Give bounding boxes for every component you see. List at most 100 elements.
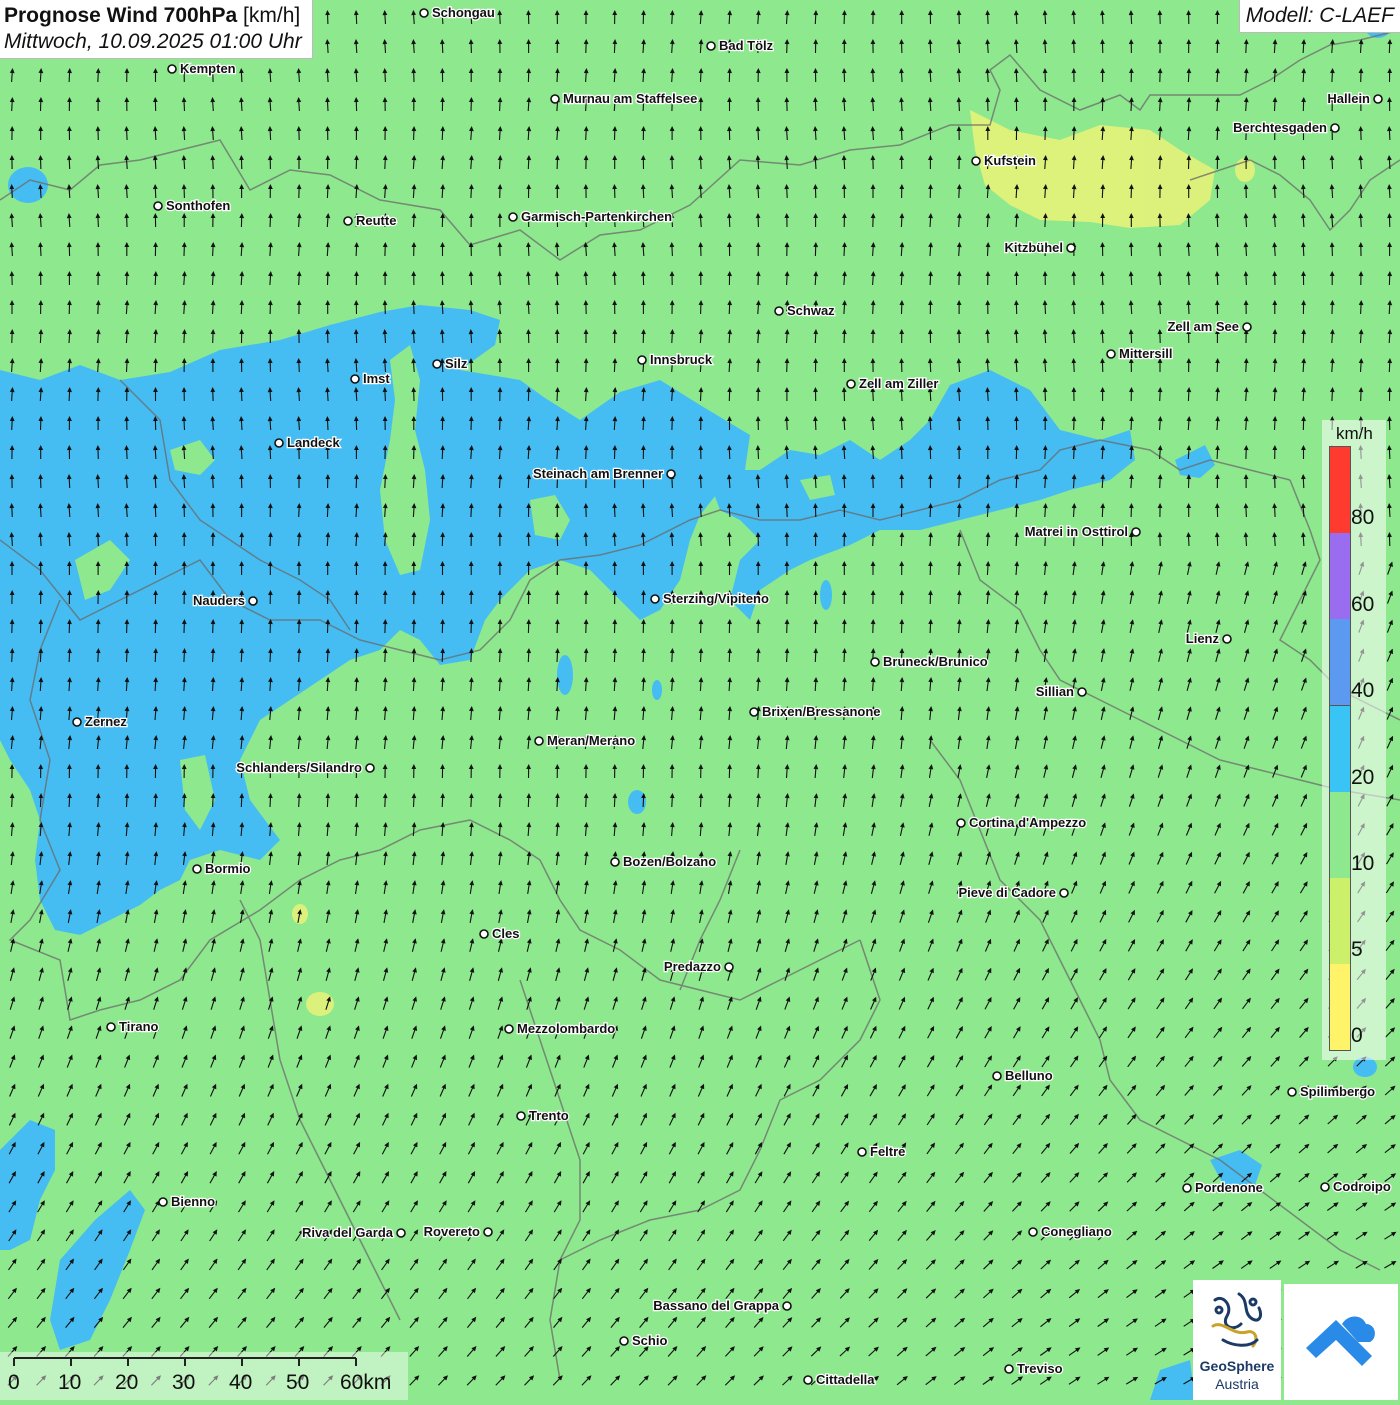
geosphere-logo[interactable]: GeoSphere Austria xyxy=(1193,1280,1281,1400)
city-label: Rovereto xyxy=(424,1224,480,1239)
city-marker: Riva del Garda xyxy=(302,1225,405,1240)
scale-label-30: 30 xyxy=(172,1371,195,1395)
city-label: Kitzbühel xyxy=(1005,240,1064,255)
scale-label-60km: 60km xyxy=(340,1371,391,1395)
city-dot-icon xyxy=(611,858,619,866)
city-label: Matrei in Osttirol xyxy=(1025,524,1128,539)
city-dot-icon xyxy=(1132,528,1140,536)
city-marker: Garmisch-Partenkirchen xyxy=(509,209,672,224)
legend-label: 5 xyxy=(1351,938,1363,962)
scale-label-0: 0 xyxy=(8,1371,20,1395)
city-dot-icon xyxy=(775,307,783,315)
city-dot-icon xyxy=(1374,95,1382,103)
city-label: Bormio xyxy=(205,861,251,876)
city-label: Garmisch-Partenkirchen xyxy=(521,209,672,224)
legend-label: 60 xyxy=(1351,593,1374,617)
city-label: Hallein xyxy=(1327,91,1370,106)
city-dot-icon xyxy=(1005,1365,1013,1373)
city-label: Brixen/Bressanone xyxy=(762,704,881,719)
city-dot-icon xyxy=(275,439,283,447)
app-logo[interactable] xyxy=(1284,1284,1398,1400)
city-marker: Matrei in Osttirol xyxy=(1025,524,1140,539)
city-dot-icon xyxy=(517,1112,525,1120)
city-label: Conegliano xyxy=(1041,1224,1112,1239)
city-dot-icon xyxy=(484,1228,492,1236)
city-label: Cortina d'Ampezzo xyxy=(969,815,1086,830)
city-label: Steinach am Brenner xyxy=(533,466,663,481)
city-dot-icon xyxy=(972,157,980,165)
city-dot-icon xyxy=(858,1148,866,1156)
legend-label: 80 xyxy=(1351,506,1374,530)
city-dot-icon xyxy=(73,718,81,726)
forecast-datetime: Mittwoch, 10.09.2025 01:00 Uhr xyxy=(4,30,302,54)
city-dot-icon xyxy=(1321,1183,1329,1191)
city-label: Trento xyxy=(529,1108,569,1123)
city-label: Zell am See xyxy=(1167,319,1239,334)
city-label: Imst xyxy=(363,371,390,386)
scale-label-20: 20 xyxy=(115,1371,138,1395)
city-label: Bruneck/Brunico xyxy=(883,654,988,669)
city-label: Schwaz xyxy=(787,303,835,318)
city-marker: Pordenone xyxy=(1183,1180,1263,1195)
city-label: Mezzolombardo xyxy=(517,1021,615,1036)
city-marker: Zell am See xyxy=(1167,319,1251,334)
city-marker: Sonthofen xyxy=(154,198,230,213)
city-dot-icon xyxy=(420,9,428,17)
city-dot-icon xyxy=(154,202,162,210)
city-dot-icon xyxy=(159,1198,167,1206)
city-dot-icon xyxy=(871,658,879,666)
title-box: Prognose Wind 700hPa [km/h] Mittwoch, 10… xyxy=(0,0,313,59)
geosphere-country: Austria xyxy=(1193,1376,1281,1392)
city-label: Innsbruck xyxy=(650,352,713,367)
city-dot-icon xyxy=(397,1229,405,1237)
city-label: Bienno xyxy=(171,1194,215,1209)
legend-swatch xyxy=(1329,706,1351,793)
city-dot-icon xyxy=(1331,124,1339,132)
city-marker: Zell am Ziller xyxy=(847,376,938,391)
city-label: Pordenone xyxy=(1195,1180,1263,1195)
app-logo-icon xyxy=(1284,1284,1398,1400)
scale-label-10: 10 xyxy=(58,1371,81,1395)
geosphere-emblem-icon xyxy=(1193,1280,1281,1360)
city-dot-icon xyxy=(433,360,441,368)
city-label: Zell am Ziller xyxy=(859,376,938,391)
city-label: Schlanders/Silandro xyxy=(236,760,362,775)
city-dot-icon xyxy=(750,708,758,716)
city-dot-icon xyxy=(725,963,733,971)
legend-swatch xyxy=(1329,446,1351,535)
geosphere-name: GeoSphere xyxy=(1193,1358,1281,1374)
scale-label-40: 40 xyxy=(229,1371,252,1395)
city-label: Pieve di Cadore xyxy=(958,885,1056,900)
city-label: Spilimbergo xyxy=(1300,1084,1375,1099)
city-dot-icon xyxy=(651,595,659,603)
city-dot-icon xyxy=(707,42,715,50)
city-dot-icon xyxy=(193,865,201,873)
city-label: Predazzo xyxy=(664,959,721,974)
city-dot-icon xyxy=(351,375,359,383)
city-dot-icon xyxy=(249,597,257,605)
legend-swatch xyxy=(1329,619,1351,706)
map-title-main: Prognose Wind 700hPa xyxy=(4,4,237,27)
city-label: Sillian xyxy=(1036,684,1074,699)
legend-label: 20 xyxy=(1351,766,1374,790)
city-label: Schio xyxy=(632,1333,667,1348)
city-marker: Conegliano xyxy=(1029,1224,1112,1239)
city-label: Tirano xyxy=(119,1019,159,1034)
city-label: Murnau am Staffelsee xyxy=(563,91,697,106)
city-label: Reutte xyxy=(356,213,396,228)
city-dot-icon xyxy=(551,95,559,103)
city-marker: Brixen/Bressanone xyxy=(750,704,881,719)
city-marker: Bruneck/Brunico xyxy=(871,654,988,669)
city-marker: Bassano del Grappa xyxy=(653,1298,791,1313)
city-dot-icon xyxy=(344,217,352,225)
city-dot-icon xyxy=(1183,1184,1191,1192)
city-marker: Cortina d'Ampezzo xyxy=(957,815,1086,830)
city-marker: Murnau am Staffelsee xyxy=(551,91,697,106)
city-dot-icon xyxy=(993,1072,1001,1080)
city-label: Mittersill xyxy=(1119,346,1172,361)
city-dot-icon xyxy=(638,356,646,364)
legend-unit: km/h xyxy=(1336,424,1373,444)
city-dot-icon xyxy=(168,65,176,73)
city-dot-icon xyxy=(480,930,488,938)
legend-label: 10 xyxy=(1351,852,1374,876)
